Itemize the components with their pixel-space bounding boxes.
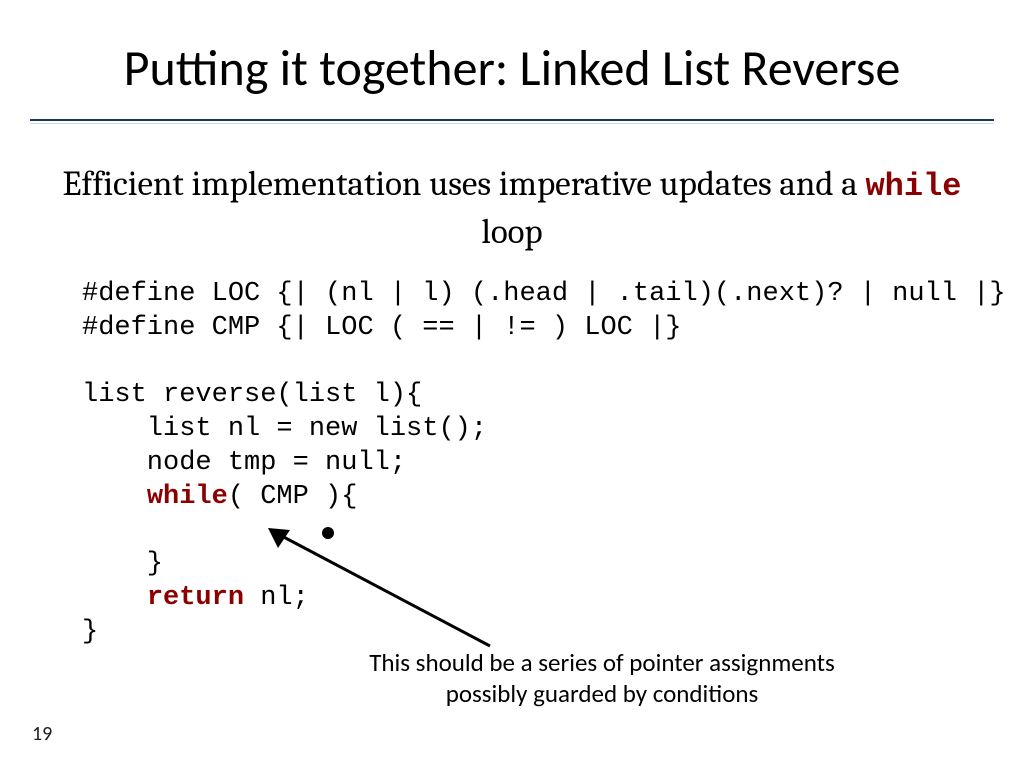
code-line: node tmp = null; [82,448,406,478]
page-number: 19 [32,722,52,746]
code-line: } [82,549,163,579]
slide: Putting it together: Linked List Reverse… [0,0,1024,768]
code-block: #define LOC {| (nl | l) (.head | .tail)(… [82,278,1006,649]
return-keyword: return [147,583,244,613]
placeholder-line [82,515,98,545]
code-line: #define CMP {| LOC ( == | != ) LOC |} [82,313,682,343]
annotation-line: possibly guarded by conditions [446,678,759,709]
code-indent [82,583,147,613]
title-rule [30,119,994,124]
code-line: list nl = new list(); [82,414,487,444]
code-line: list reverse(list l){ [82,380,422,410]
slide-title: Putting it together: Linked List Reverse [30,38,994,99]
code-text: ( CMP ){ [228,482,358,512]
code-line: #define LOC {| (nl | l) (.head | .tail)(… [82,279,1006,309]
annotation-line: This should be a series of pointer assig… [369,647,835,678]
code-text: nl; [244,583,309,613]
while-keyword: while [865,168,961,205]
code-indent [82,482,147,512]
subtitle-text-post: loop [481,211,542,252]
code-line: } [82,617,98,647]
annotation: This should be a series of pointer assig… [260,647,944,710]
bullet-icon [322,527,334,539]
subtitle-text-pre: Efficient implementation uses imperative… [63,163,866,204]
while-keyword: while [147,482,228,512]
subtitle: Efficient implementation uses imperative… [60,160,964,255]
